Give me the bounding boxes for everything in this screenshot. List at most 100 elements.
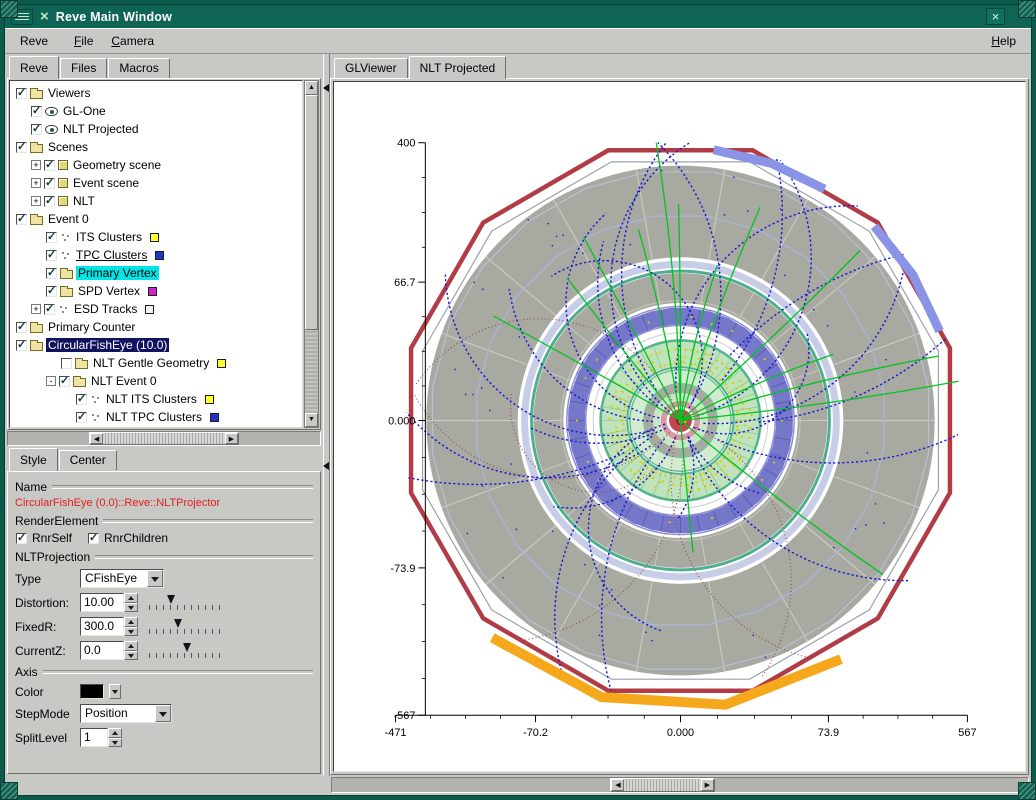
tree-vertical-scrollbar[interactable] — [304, 80, 319, 428]
splitter-collapse-icon[interactable] — [323, 462, 329, 470]
tree-item[interactable]: GL-One — [10, 102, 302, 120]
scroll-right-icon[interactable] — [701, 779, 714, 791]
frame-corner-handle[interactable] — [1018, 0, 1036, 18]
tree-item[interactable]: + ESD Tracks — [10, 300, 302, 318]
tree-item-label[interactable]: NLT Gentle Geometry — [91, 356, 211, 370]
tree-item[interactable]: TPC Clusters — [10, 246, 302, 264]
tree-item-label[interactable]: Scenes — [46, 140, 90, 154]
tree-item-label[interactable]: Primary Counter — [46, 320, 137, 334]
tree-item[interactable]: NLT ITS Clusters — [10, 390, 302, 408]
splitter-collapse-icon[interactable] — [323, 84, 329, 92]
spin-up-icon[interactable] — [108, 728, 122, 738]
tree-item[interactable]: + Geometry scene — [10, 156, 302, 174]
scrollbar-thumb[interactable] — [89, 432, 239, 445]
tree-item[interactable]: Scenes — [10, 138, 302, 156]
browser-tab-files[interactable]: Files — [60, 58, 107, 78]
tree-item[interactable]: + Event scene — [10, 174, 302, 192]
slider-pointer[interactable] — [174, 619, 182, 628]
number-value[interactable]: 300.0 — [80, 617, 124, 636]
browser-tab-reve[interactable]: Reve — [9, 56, 59, 79]
spin-up-icon[interactable] — [124, 641, 138, 651]
tree-checkbox[interactable] — [76, 412, 87, 423]
editor-tab-style[interactable]: Style — [9, 448, 58, 471]
tree-checkbox[interactable] — [31, 124, 42, 135]
tree-checkbox[interactable] — [44, 160, 55, 171]
tree-item[interactable]: CircularFishEye (10.0) — [10, 336, 302, 354]
nlt-projected-canvas[interactable]: 40066.70.000-73.9-567-471-70.20.00073.95… — [333, 81, 1026, 772]
editor-tab-center[interactable]: Center — [59, 450, 117, 470]
number-value[interactable]: 0.0 — [80, 641, 124, 660]
distortion-entry[interactable]: 10.00 — [80, 593, 138, 612]
tree-checkbox[interactable] — [76, 394, 87, 405]
tree-horizontal-scrollbar[interactable] — [7, 431, 321, 446]
tree-item-label[interactable]: ESD Tracks — [72, 302, 139, 316]
stepmode-combobox[interactable]: Position — [80, 704, 172, 723]
tree-checkbox[interactable] — [46, 250, 57, 261]
tree-checkbox[interactable] — [16, 322, 27, 333]
tree-checkbox[interactable] — [44, 178, 55, 189]
viewer-tab-nlt-projected[interactable]: NLT Projected — [409, 56, 507, 79]
spin-down-icon[interactable] — [124, 627, 138, 637]
tree-item[interactable]: NLT TPC Clusters — [10, 408, 302, 426]
titlebar[interactable]: × Reve Main Window — [5, 5, 1031, 28]
scrollbar-thumb[interactable] — [305, 95, 318, 330]
viewer-horizontal-scrollbar[interactable] — [331, 777, 1029, 793]
slider-pointer[interactable] — [167, 595, 175, 604]
tree-item-label[interactable]: Viewers — [46, 86, 92, 100]
tree-item-label[interactable]: Primary Vertex — [76, 266, 159, 280]
tree-checkbox[interactable] — [16, 214, 27, 225]
close-icon[interactable] — [986, 8, 1005, 25]
tree-item[interactable]: Event 0 — [10, 210, 302, 228]
tree-item-label[interactable]: GL-One — [61, 104, 108, 118]
fixedr-entry[interactable]: 300.0 — [80, 617, 138, 636]
tree-item[interactable]: NLT Projected — [10, 120, 302, 138]
splitlevel-entry[interactable]: 1 — [80, 728, 122, 747]
vertical-splitter[interactable] — [323, 54, 330, 776]
color-dropdown-icon[interactable] — [109, 684, 121, 699]
expander-icon[interactable]: + — [31, 196, 41, 206]
browser-tab-macros[interactable]: Macros — [108, 58, 169, 78]
tree-item-label[interactable]: NLT TPC Clusters — [104, 410, 204, 424]
tree-item[interactable]: + NLT — [10, 192, 302, 210]
tree-item-label[interactable]: NLT Event 0 — [89, 374, 159, 388]
tree-checkbox[interactable] — [31, 106, 42, 117]
tree-item[interactable]: ITS Clusters — [10, 228, 302, 246]
slider-pointer[interactable] — [183, 643, 191, 652]
menu-help[interactable]: Help — [982, 30, 1025, 52]
scroll-up-icon[interactable] — [305, 81, 318, 95]
rnrself-checkbox[interactable]: RnrSelf — [16, 531, 72, 545]
expander-icon[interactable]: + — [31, 178, 41, 188]
tree-checkbox[interactable] — [16, 340, 27, 351]
tree-item[interactable]: Primary Vertex — [10, 264, 302, 282]
tree-item-label[interactable]: Event scene — [71, 176, 141, 190]
tree-item-label[interactable]: TPC Clusters — [74, 248, 149, 262]
tree-item-label[interactable]: NLT — [71, 194, 97, 208]
expander-icon[interactable]: + — [31, 304, 41, 314]
type-combobox[interactable]: CFishEye — [80, 569, 164, 588]
tree-item[interactable]: Primary Counter — [10, 318, 302, 336]
tree-checkbox[interactable] — [16, 88, 27, 99]
scroll-down-icon[interactable] — [305, 413, 318, 427]
tree-checkbox[interactable] — [46, 232, 57, 243]
frame-corner-handle[interactable] — [1018, 782, 1036, 800]
event-display[interactable]: 40066.70.000-73.9-567-471-70.20.00073.95… — [334, 82, 1025, 771]
number-value[interactable]: 1 — [80, 728, 108, 747]
number-value[interactable]: 10.00 — [80, 593, 124, 612]
tree-item-label[interactable]: CircularFishEye (10.0) — [46, 338, 169, 352]
tree-checkbox[interactable] — [46, 286, 57, 297]
expander-icon[interactable]: + — [31, 160, 41, 170]
tree-checkbox[interactable] — [46, 268, 57, 279]
fixedr-slider[interactable] — [149, 618, 225, 635]
tree-checkbox[interactable] — [44, 196, 55, 207]
scroll-left-icon[interactable] — [90, 433, 103, 444]
spin-down-icon[interactable] — [124, 651, 138, 661]
scrollbar-track[interactable] — [305, 95, 318, 413]
tree-item[interactable]: -NLT Event 0 — [10, 372, 302, 390]
chevron-down-icon[interactable] — [155, 705, 171, 722]
menu-camera[interactable]: Camera — [102, 30, 163, 52]
frame-corner-handle[interactable] — [0, 0, 18, 18]
spin-down-icon[interactable] — [108, 738, 122, 748]
frame-corner-handle[interactable] — [0, 782, 18, 800]
spin-down-icon[interactable] — [124, 603, 138, 613]
tree-item-label[interactable]: Geometry scene — [71, 158, 163, 172]
